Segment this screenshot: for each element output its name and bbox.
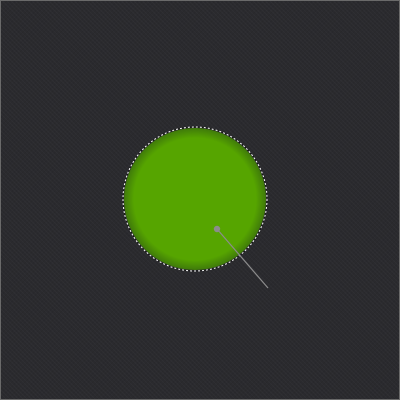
pivot-handle-icon[interactable]	[213, 225, 221, 233]
canvas-svg	[122, 126, 269, 289]
drawing-canvas[interactable]	[0, 0, 400, 400]
green-circle-shape[interactable]	[124, 128, 266, 270]
